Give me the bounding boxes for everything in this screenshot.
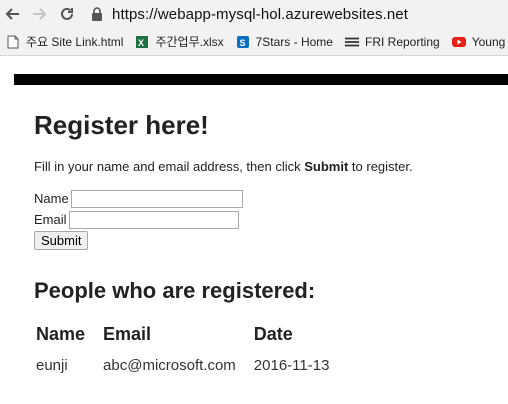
instructions: Fill in your name and email address, the… [34,159,504,174]
bookmark-label: 주요 Site Link.html [26,35,124,49]
bookmark-item[interactable]: FRI Reporting [344,34,440,49]
cell-date: 2016-11-13 [253,357,330,374]
page-content: Register here! Fill in your name and ema… [34,100,504,378]
browser-toolbar: https://webapp-mysql-hol.azurewebsites.n… [0,0,508,28]
instructions-suffix: to register. [348,159,413,174]
name-row: Name [34,188,504,209]
email-input[interactable] [68,210,239,229]
reload-icon[interactable] [56,3,78,25]
instructions-prefix: Fill in your name and email address, the… [34,159,305,174]
registered-heading: People who are registered: [34,278,316,303]
cell-email: abc@microsoft.com [103,357,236,374]
page-title: Register here! [34,110,209,140]
bookmark-item[interactable]: Young [451,34,506,49]
submit-button[interactable]: Submit [34,231,89,250]
address-bar[interactable]: https://webapp-mysql-hol.azurewebsites.n… [90,3,408,25]
bookmark-label: FRI Reporting [364,34,440,49]
bookmark-item[interactable]: X 주간업무.xlsx [135,33,224,50]
bookmark-item[interactable]: 주요 Site Link.html [6,33,123,50]
header-bar [14,74,508,85]
bookmark-label: 주간업무.xlsx [155,35,224,49]
document-icon [6,35,20,49]
register-form: Name Email Submit [34,188,504,250]
email-row: Email [34,209,504,230]
column-header-email: Email [103,324,152,344]
sharepoint-icon: S [236,35,250,49]
lock-icon [92,7,102,21]
bookmark-label: Young [471,34,506,49]
name-input[interactable] [70,189,243,208]
table-row: eunji abc@microsoft.com 2016-11-13 [34,353,345,378]
registrations-table: Name Email Date eunji abc@microsoft.com … [34,320,345,378]
url-text: https://webapp-mysql-hol.azurewebsites.n… [112,5,409,23]
bookmark-item[interactable]: S 7Stars - Home [236,35,333,49]
instructions-bold: Submit [304,159,349,174]
back-icon[interactable] [2,3,24,25]
svg-text:S: S [239,38,245,48]
bookmark-label: 7Stars - Home [255,34,333,49]
forward-icon[interactable] [28,3,50,25]
column-header-date: Date [253,324,293,344]
excel-icon: X [135,35,149,49]
svg-text:X: X [138,38,144,48]
column-header-name: Name [36,324,86,344]
menu-icon [344,35,359,49]
name-label: Name [34,191,69,206]
bookmarks-bar: 주요 Site Link.html X 주간업무.xlsx S 7Stars -… [0,28,508,56]
email-label: Email [34,212,67,227]
youtube-icon [451,35,466,49]
cell-name: eunji [36,357,68,374]
table-header-row: Name Email Date [34,320,345,353]
